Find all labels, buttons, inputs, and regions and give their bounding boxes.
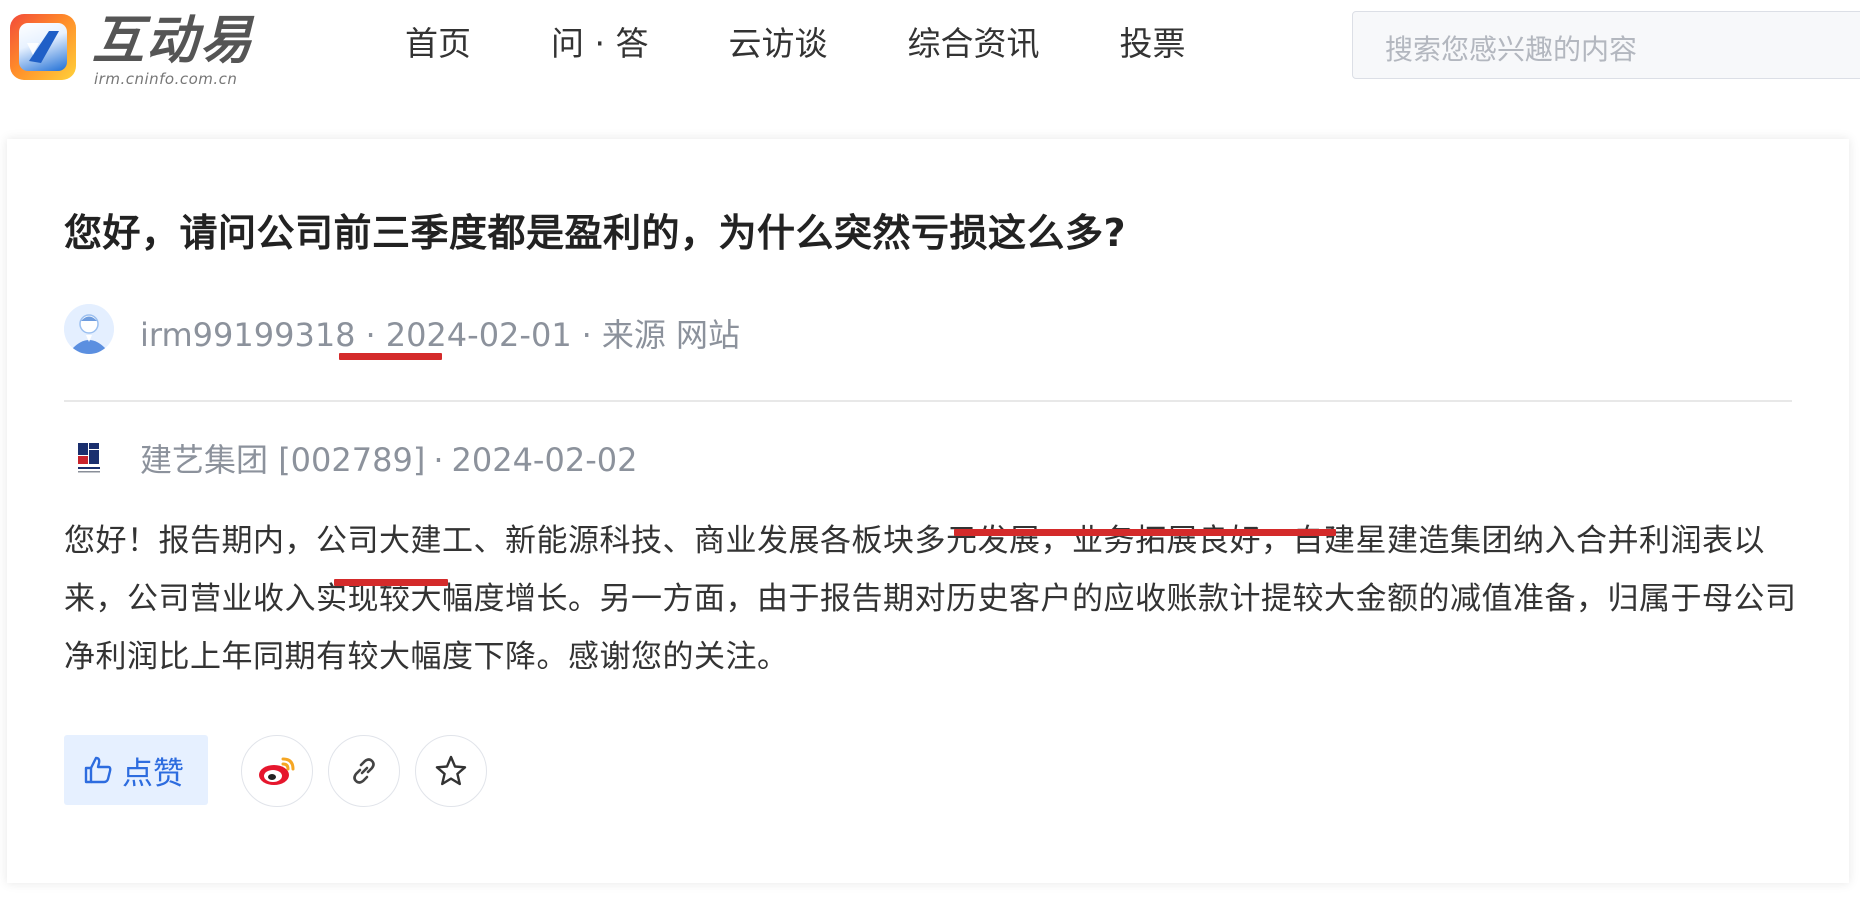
copy-link-button[interactable] (328, 735, 400, 807)
answer-highlight-receivables: 应收账款计提较大金额的减值准备 (1103, 581, 1576, 617)
separator-dot: · (365, 316, 376, 354)
question-title: 您好，请问公司前三季度都是盈利的，为什么突然亏损这么多? (64, 211, 1127, 255)
divider (64, 400, 1792, 402)
star-icon (435, 755, 467, 786)
nav-news[interactable]: 综合资讯 (907, 20, 1039, 70)
search-placeholder: 搜索您感兴趣的内容 (1385, 33, 1638, 66)
asker-username[interactable]: irm99199318 (140, 316, 356, 354)
nav-cloud-interview[interactable]: 云访谈 (728, 20, 827, 70)
like-label: 点赞 (122, 755, 184, 792)
logo-domain: irm.cninfo.com.cn (94, 70, 238, 88)
answer-highlight-decline: 较大幅度下降 (347, 639, 537, 675)
weibo-icon (259, 757, 295, 785)
qa-card: 您好，请问公司前三季度都是盈利的，为什么突然亏损这么多? irm99199318… (7, 139, 1849, 883)
like-button[interactable]: 点赞 (64, 735, 208, 805)
site-logo[interactable]: 互动易 irm.cninfo.com.cn (10, 11, 260, 88)
receivables-annotation-underline (954, 529, 1336, 536)
search-input[interactable]: 搜索您感兴趣的内容 (1352, 11, 1860, 79)
share-weibo-button[interactable] (241, 735, 313, 807)
stock-code: [002789] (278, 441, 426, 479)
nav-home[interactable]: 首页 (405, 20, 471, 70)
question-date: 2024-02-01 (385, 316, 572, 354)
separator-dot: · (581, 316, 592, 354)
nav-qa[interactable]: 问 · 答 (551, 20, 648, 70)
link-icon (353, 758, 375, 784)
decline-annotation-underline (334, 579, 448, 586)
thumbs-up-icon (84, 756, 112, 784)
date-annotation-underline (339, 353, 442, 360)
answer-meta-text: 建艺集团 [002789] · 2024-02-02 (140, 435, 637, 481)
logo-badge-icon (10, 14, 76, 80)
answer-text: 。感谢您的关注。 (536, 639, 789, 675)
site-header: 互动易 irm.cninfo.com.cn 首页 问 · 答 云访谈 综合资讯 … (0, 0, 1860, 95)
favorite-button[interactable] (415, 735, 487, 807)
nav-vote[interactable]: 投票 (1119, 20, 1185, 70)
logo-name: 互动易 (92, 11, 255, 71)
question-source: 来源 网站 (601, 316, 741, 354)
answer-date: 2024-02-02 (451, 441, 638, 479)
user-avatar-icon[interactable] (64, 304, 114, 354)
separator-dot: · (433, 441, 444, 479)
company-logo-icon[interactable] (76, 441, 102, 475)
main-nav: 首页 问 · 答 云访谈 综合资讯 投票 (405, 20, 1265, 70)
company-name[interactable]: 建艺集团 (140, 441, 268, 479)
answer-body: 您好！报告期内，公司大建工、新能源科技、商业发展各板块多元发展，业务拓展良好，自… (64, 512, 1804, 686)
question-meta-text: irm99199318 · 2024-02-01 · 来源 网站 (140, 310, 740, 356)
